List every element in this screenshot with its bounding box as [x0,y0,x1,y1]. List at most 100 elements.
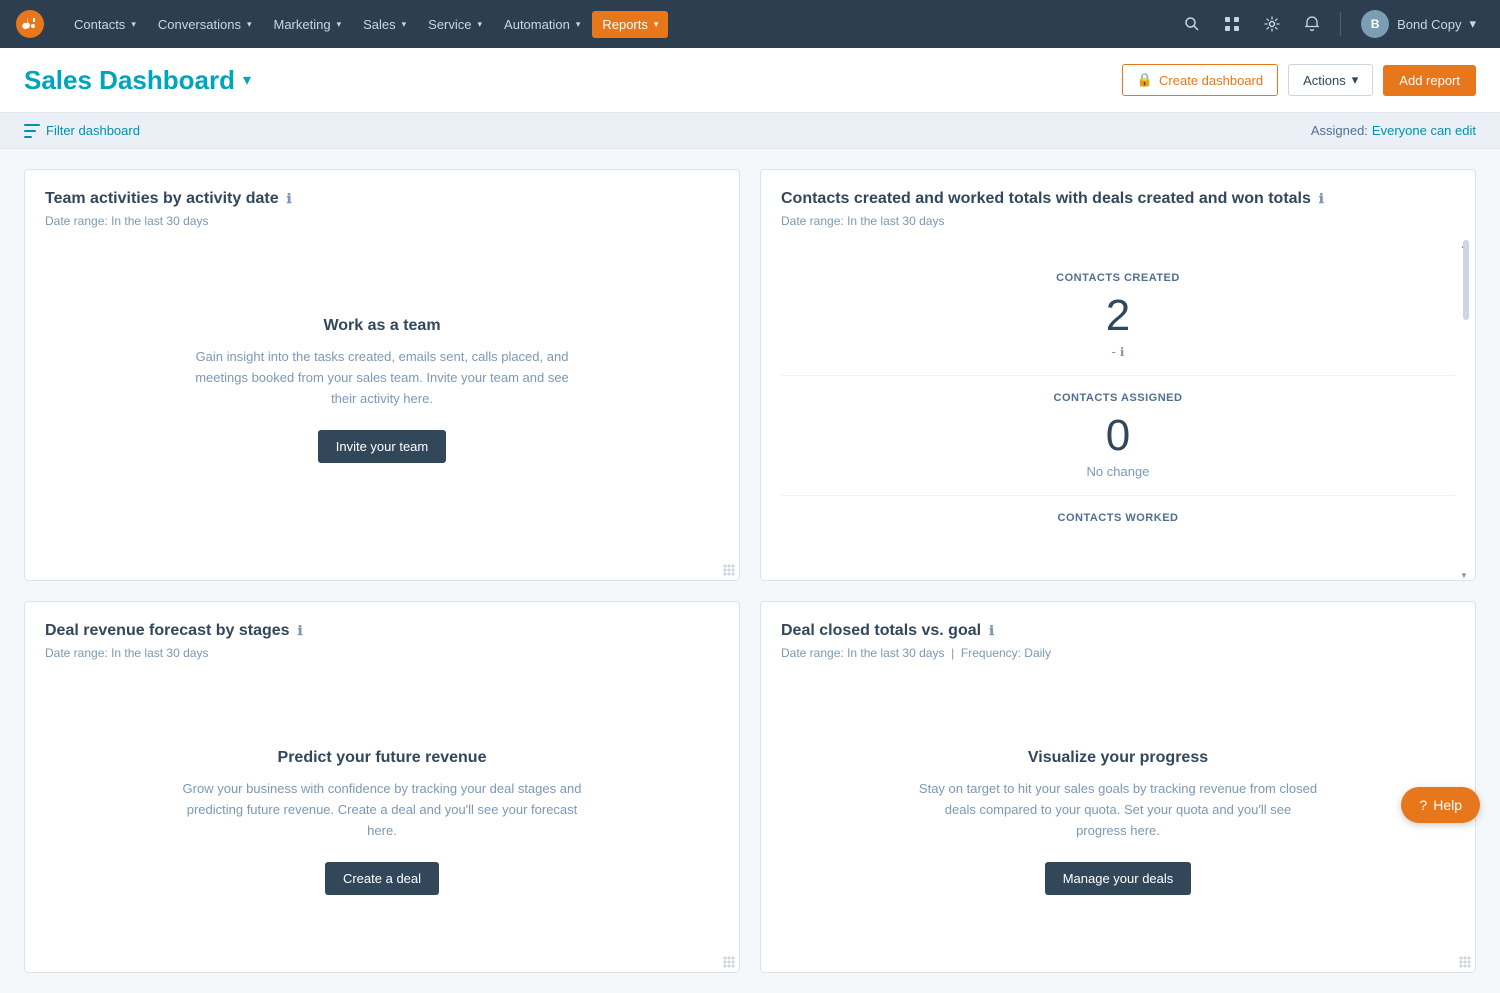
create-dashboard-button[interactable]: 🔒 Create dashboard [1122,64,1278,96]
info-icon[interactable]: ℹ [287,191,292,207]
card-date-range: Date range: In the last 30 days [45,214,719,228]
chevron-down-icon: ▾ [247,19,252,30]
nav-conversations[interactable]: Conversations ▾ [148,11,262,38]
notifications-button[interactable] [1296,8,1328,40]
nav-service[interactable]: Service ▾ [418,11,492,38]
create-deal-button[interactable]: Create a deal [325,862,439,895]
add-report-button[interactable]: Add report [1383,65,1476,96]
card-title: Deal closed totals vs. goal ℹ [781,622,1455,640]
nav-marketing[interactable]: Marketing ▾ [263,11,351,38]
chevron-down-icon: ▾ [1352,72,1359,88]
card-header: Deal revenue forecast by stages ℹ Date r… [25,602,739,672]
info-icon[interactable]: ℹ [1120,345,1125,359]
empty-title: Work as a team [182,317,582,335]
lock-icon: 🔒 [1137,72,1153,88]
chevron-down-icon: ▾ [337,19,342,30]
nav-contacts[interactable]: Contacts ▾ [64,11,146,38]
nav-divider [1340,12,1341,36]
info-icon[interactable]: ℹ [1319,191,1324,207]
settings-button[interactable] [1256,8,1288,40]
empty-title: Visualize your progress [918,749,1318,767]
resize-dots-icon [723,564,735,576]
resize-dots-icon [723,956,735,968]
manage-deals-button[interactable]: Manage your deals [1045,862,1192,895]
chevron-down-icon: ▾ [478,19,483,30]
title-area: Sales Dashboard ▾ [24,65,251,96]
metrics-content: CONTACTS CREATED 2 - ℹ CONTACTS ASSIGNED… [761,240,1475,566]
card-body-scrollable: CONTACTS CREATED 2 - ℹ CONTACTS ASSIGNED… [761,240,1475,580]
card-title: Team activities by activity date ℹ [45,190,719,208]
card-body: Visualize your progress Stay on target t… [761,672,1475,972]
card-title: Contacts created and worked totals with … [781,190,1455,208]
card-body: Predict your future revenue Grow your bu… [25,672,739,972]
info-icon[interactable]: ℹ [298,623,303,639]
avatar: B [1361,10,1389,38]
resize-dots-icon [1459,956,1471,968]
deal-closed-card: Deal closed totals vs. goal ℹ Date range… [760,601,1476,973]
page-title: Sales Dashboard [24,65,235,96]
page-actions: 🔒 Create dashboard Actions ▾ Add report [1122,64,1476,96]
deal-revenue-card: Deal revenue forecast by stages ℹ Date r… [24,601,740,973]
chevron-down-icon: ▾ [131,19,136,30]
empty-state: Visualize your progress Stay on target t… [878,719,1358,924]
hubspot-logo[interactable] [16,10,44,38]
metric-sub: - ℹ [781,344,1455,359]
card-body: Work as a team Gain insight into the tas… [25,240,739,540]
card-header: Contacts created and worked totals with … [761,170,1475,240]
filter-bar: Filter dashboard Assigned: Everyone can … [0,113,1500,149]
nav-automation[interactable]: Automation ▾ [494,11,590,38]
metric-value: 0 [781,414,1455,458]
dashboard-grid: Team activities by activity date ℹ Date … [0,149,1500,993]
assignment-section: Assigned: Everyone can edit [1311,123,1476,138]
empty-description: Grow your business with confidence by tr… [182,779,582,841]
filter-dashboard-button[interactable]: Filter dashboard [24,123,140,138]
chevron-down-icon: ▾ [654,19,659,30]
top-navigation: Contacts ▾ Conversations ▾ Marketing ▾ S… [0,0,1500,48]
nav-menu: Contacts ▾ Conversations ▾ Marketing ▾ S… [64,11,1176,38]
resize-handle[interactable] [719,952,735,968]
scroll-down-button[interactable]: ▼ [1459,570,1469,580]
title-dropdown-icon[interactable]: ▾ [243,70,251,90]
user-menu[interactable]: B Bond Copy ▾ [1353,6,1484,42]
scroll-thumb[interactable] [1463,240,1469,320]
team-activities-card: Team activities by activity date ℹ Date … [24,169,740,581]
metric-sub: No change [781,464,1455,479]
invite-team-button[interactable]: Invite your team [318,430,447,463]
help-button[interactable]: ? Help [1401,787,1480,823]
contacts-card: Contacts created and worked totals with … [760,169,1476,581]
card-title: Deal revenue forecast by stages ℹ [45,622,719,640]
card-date-range: Date range: In the last 30 days [781,214,1455,228]
contacts-created-metric: CONTACTS CREATED 2 - ℹ [781,256,1455,376]
metric-label: CONTACTS ASSIGNED [781,392,1455,404]
resize-handle[interactable] [719,560,735,576]
chevron-down-icon: ▾ [576,19,581,30]
contacts-worked-metric: CONTACTS WORKED [781,496,1455,550]
empty-state: Work as a team Gain insight into the tas… [142,287,622,492]
metric-label: CONTACTS CREATED [781,272,1455,284]
card-date-range: Date range: In the last 30 days | Freque… [781,646,1455,660]
card-header: Deal closed totals vs. goal ℹ Date range… [761,602,1475,672]
empty-state: Predict your future revenue Grow your bu… [142,719,622,924]
empty-description: Gain insight into the tasks created, ema… [182,347,582,409]
resize-handle[interactable] [1455,952,1471,968]
empty-title: Predict your future revenue [182,749,582,767]
contacts-assigned-metric: CONTACTS ASSIGNED 0 No change [781,376,1455,496]
card-header: Team activities by activity date ℹ Date … [25,170,739,240]
chevron-down-icon: ▾ [402,19,407,30]
card-date-range: Date range: In the last 30 days [45,646,719,660]
metric-value: 2 [781,294,1455,338]
scroll-track: ▲ ▼ [1461,240,1469,580]
nav-right-section: B Bond Copy ▾ [1176,6,1484,42]
help-icon: ? [1419,797,1427,813]
apps-button[interactable] [1216,8,1248,40]
actions-button[interactable]: Actions ▾ [1288,64,1373,96]
metric-label: CONTACTS WORKED [781,512,1455,524]
nav-reports[interactable]: Reports ▾ [592,11,668,38]
info-icon[interactable]: ℹ [989,623,994,639]
empty-description: Stay on target to hit your sales goals b… [918,779,1318,841]
chevron-down-icon: ▾ [1469,16,1476,32]
page-header: Sales Dashboard ▾ 🔒 Create dashboard Act… [0,48,1500,113]
nav-sales[interactable]: Sales ▾ [353,11,416,38]
search-button[interactable] [1176,8,1208,40]
assigned-value[interactable]: Everyone can edit [1372,123,1476,138]
